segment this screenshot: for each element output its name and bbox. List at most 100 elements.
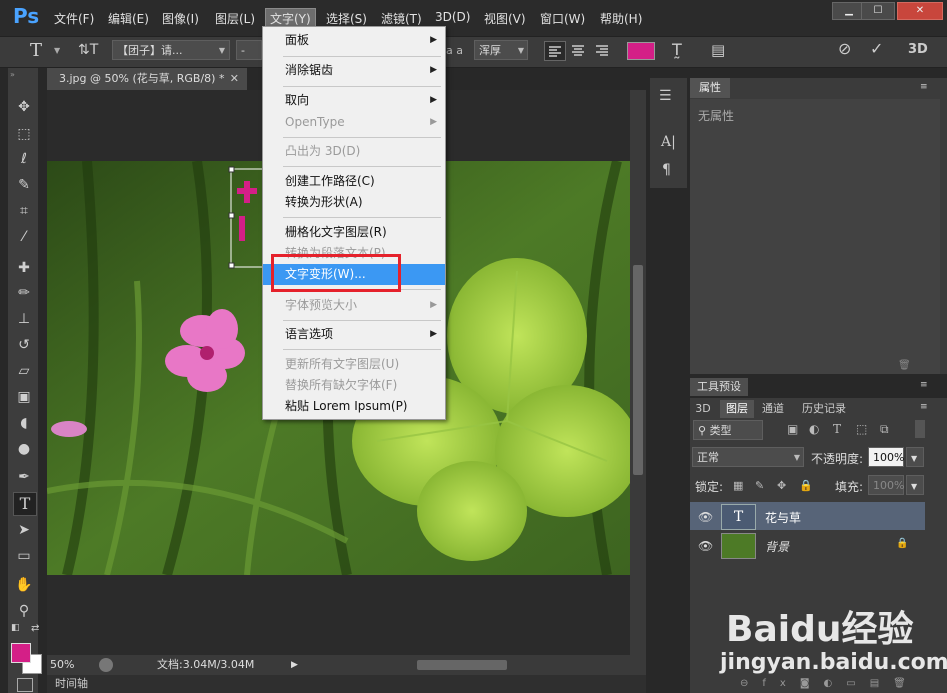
- quick-mask-icon[interactable]: [17, 678, 33, 692]
- menu-view[interactable]: 视图(V): [484, 10, 526, 27]
- lock-transparent-icon[interactable]: ▦: [733, 479, 743, 492]
- zoom-tool-icon[interactable]: ⚲: [13, 600, 35, 622]
- menu-image[interactable]: 图像(I): [162, 10, 199, 27]
- text-color-swatch[interactable]: [627, 42, 655, 60]
- menu-3d[interactable]: 3D(D): [435, 10, 470, 24]
- font-family-select[interactable]: 【团子】请... ▼: [112, 40, 230, 60]
- layer-name-text[interactable]: 花与草: [765, 509, 801, 526]
- path-selection-tool-icon[interactable]: ➤: [13, 519, 35, 541]
- filter-adjustment-icon[interactable]: ◐: [809, 422, 819, 436]
- dodge-tool-icon[interactable]: ●: [13, 438, 35, 460]
- rectangle-tool-icon[interactable]: ▭: [13, 545, 35, 567]
- font-style-select[interactable]: -: [236, 40, 262, 60]
- menu-help[interactable]: 帮助(H): [600, 10, 642, 27]
- menu-filter[interactable]: 滤镜(T): [381, 10, 422, 27]
- menu-item-convert-to-shape[interactable]: 转换为形状(A): [263, 192, 445, 213]
- character-icon[interactable]: A|: [661, 134, 676, 150]
- vertical-scrollbar[interactable]: [630, 90, 646, 655]
- lock-pixels-icon[interactable]: ✎: [755, 479, 764, 492]
- eyedropper-tool-icon[interactable]: ⁄: [13, 226, 35, 248]
- close-tab-icon[interactable]: ✕: [230, 68, 239, 90]
- clone-stamp-tool-icon[interactable]: ⊥: [13, 308, 35, 330]
- filter-smart-object-icon[interactable]: ⧉: [880, 422, 889, 437]
- menu-item-panels[interactable]: 面板 ▶: [263, 30, 445, 51]
- properties-panel-icon[interactable]: ☰: [659, 88, 672, 104]
- swap-colors-icon[interactable]: ⇄: [31, 623, 39, 634]
- default-colors-icon[interactable]: ◧: [11, 623, 20, 633]
- pen-tool-icon[interactable]: ✒: [13, 466, 35, 488]
- paragraph-icon[interactable]: ¶: [662, 162, 671, 178]
- lasso-tool-icon[interactable]: ℓ: [13, 148, 35, 170]
- fill-dropdown[interactable]: ▼: [906, 475, 924, 495]
- lock-all-icon[interactable]: 🔒: [799, 479, 813, 492]
- history-brush-tool-icon[interactable]: ↺: [13, 334, 35, 356]
- menu-edit[interactable]: 编辑(E): [108, 10, 149, 27]
- text-orientation-toggle-icon[interactable]: ⇅T: [78, 42, 98, 58]
- marquee-tool-icon[interactable]: ⬚: [13, 123, 35, 145]
- trash-icon[interactable]: 🗑: [898, 360, 911, 371]
- menu-layer[interactable]: 图层(L): [215, 10, 255, 27]
- fill-input[interactable]: 100%: [868, 475, 904, 495]
- hand-tool-icon[interactable]: ✋: [13, 574, 35, 596]
- menu-item-antialias[interactable]: 消除锯齿 ▶: [263, 60, 445, 81]
- panel-menu-icon[interactable]: ≡: [920, 82, 928, 92]
- menu-select[interactable]: 选择(S): [326, 10, 367, 27]
- document-tab[interactable]: 3.jpg @ 50% (花与草, RGB/8) * ✕: [47, 68, 247, 90]
- commit-check-icon[interactable]: ✓: [870, 39, 883, 58]
- warp-text-icon[interactable]: T̰: [672, 40, 682, 59]
- align-left-button[interactable]: [544, 41, 566, 61]
- align-center-button[interactable]: [568, 41, 588, 59]
- menu-file[interactable]: 文件(F): [54, 10, 94, 27]
- move-tool-icon[interactable]: ✥: [13, 96, 35, 118]
- info-menu-arrow-icon[interactable]: ▶: [291, 655, 298, 675]
- foreground-color-swatch[interactable]: [11, 643, 31, 663]
- eye-icon[interactable]: 👁: [698, 510, 713, 524]
- tab-channels[interactable]: 通道: [756, 400, 790, 418]
- menu-window[interactable]: 窗口(W): [540, 10, 585, 27]
- type-tool-preset-icon[interactable]: T: [30, 40, 42, 61]
- character-panel-icon[interactable]: ▤: [711, 41, 725, 59]
- blend-mode-select[interactable]: 正常 ▼: [692, 447, 804, 467]
- layer-name-background[interactable]: 背景: [765, 538, 789, 555]
- horizontal-scroll-thumb[interactable]: [417, 660, 507, 670]
- eye-icon[interactable]: 👁: [698, 539, 713, 553]
- 3d-icon[interactable]: 3D: [908, 42, 928, 57]
- tab-history[interactable]: 历史记录: [794, 400, 854, 418]
- chevron-down-icon[interactable]: ▼: [54, 46, 60, 55]
- panel-menu-icon[interactable]: ≡: [920, 402, 928, 412]
- filter-type-icon[interactable]: T: [833, 422, 841, 436]
- layer-filter-select[interactable]: ⚲ 类型: [693, 420, 763, 440]
- close-button[interactable]: ✕: [897, 2, 943, 20]
- cancel-icon[interactable]: ⊘: [838, 39, 851, 58]
- type-tool-icon[interactable]: T: [13, 492, 37, 516]
- share-icon[interactable]: [99, 658, 113, 672]
- menu-item-rasterize[interactable]: 栅格化文字图层(R): [263, 222, 445, 243]
- tab-layers[interactable]: 图层: [720, 400, 754, 418]
- antialias-select[interactable]: 浑厚 ▼: [474, 40, 528, 60]
- panel-menu-icon[interactable]: ≡: [920, 380, 928, 390]
- opacity-input[interactable]: 100%: [868, 447, 904, 467]
- collapse-icon[interactable]: »: [10, 70, 15, 79]
- blur-tool-icon[interactable]: ◖: [13, 412, 35, 434]
- crop-tool-icon[interactable]: ⌗: [13, 200, 35, 222]
- eraser-tool-icon[interactable]: ▱: [13, 360, 35, 382]
- tab-3d[interactable]: 3D: [690, 400, 716, 418]
- align-right-button[interactable]: [592, 41, 612, 59]
- tab-properties[interactable]: 属性: [690, 78, 730, 98]
- filter-shape-icon[interactable]: ⬚: [856, 422, 867, 436]
- tab-tool-presets[interactable]: 工具预设: [690, 378, 748, 396]
- zoom-level[interactable]: 50%: [50, 655, 74, 675]
- filter-toggle[interactable]: [915, 420, 925, 438]
- menu-item-paste-lorem-ipsum[interactable]: 粘贴 Lorem Ipsum(P): [263, 396, 445, 417]
- brush-tool-icon[interactable]: ✏: [13, 282, 35, 304]
- filter-pixel-icon[interactable]: ▣: [787, 422, 798, 436]
- menu-item-language-options[interactable]: 语言选项 ▶: [263, 324, 445, 345]
- timeline-panel-tab[interactable]: 时间轴: [47, 675, 646, 693]
- maximize-button[interactable]: ☐: [861, 2, 895, 20]
- gradient-tool-icon[interactable]: ▣: [13, 386, 35, 408]
- quick-select-tool-icon[interactable]: ✎: [13, 174, 35, 196]
- opacity-dropdown[interactable]: ▼: [906, 447, 924, 467]
- scroll-thumb[interactable]: [633, 265, 643, 475]
- lock-position-icon[interactable]: ✥: [777, 479, 786, 492]
- menu-item-create-work-path[interactable]: 创建工作路径(C): [263, 171, 445, 192]
